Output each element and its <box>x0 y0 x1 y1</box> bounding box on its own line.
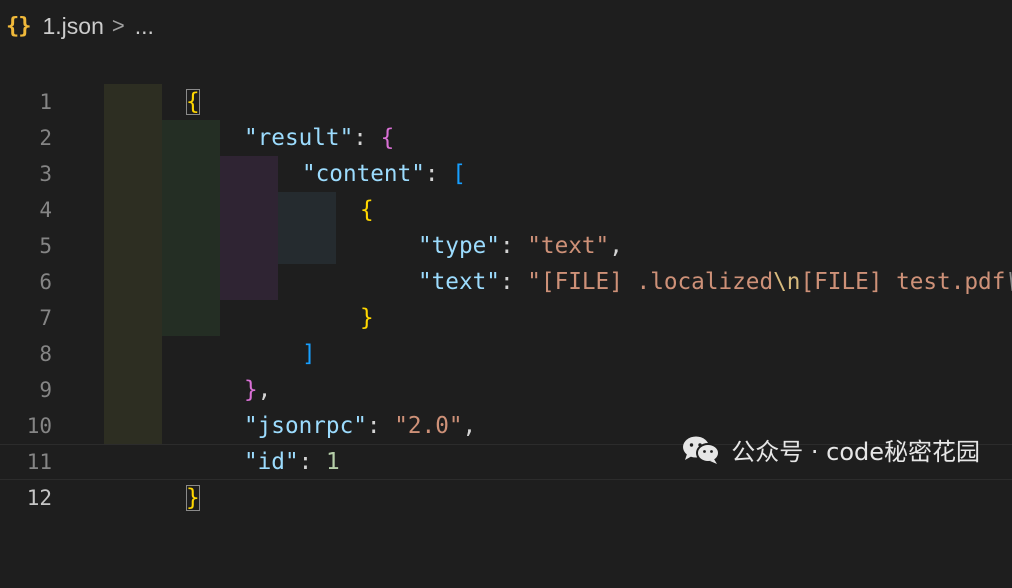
code-editor[interactable]: 1 { 2 "result": { 3 "content": [ 4 { 5 "… <box>0 48 1012 511</box>
code-line[interactable]: 8 ] <box>0 300 1012 367</box>
code-line[interactable]: 9 }, <box>0 336 1012 403</box>
code-line[interactable]: 3 "content": [ <box>0 120 1012 187</box>
code-line[interactable]: 2 "result": { <box>0 84 1012 151</box>
breadcrumb-file-name[interactable]: 1.json <box>43 13 104 40</box>
json-file-icon: {} <box>6 13 31 39</box>
close-brace-matched: } <box>185 485 200 511</box>
code-line[interactable]: 6 "text": "[FILE] .localized\n[FILE] tes… <box>0 228 1012 295</box>
wechat-icon <box>681 435 721 465</box>
breadcrumb-more[interactable]: ... <box>135 13 154 40</box>
line-number-active: 12 <box>26 486 52 510</box>
watermark: 公众号 · code秘密花园 <box>681 432 980 467</box>
code-line[interactable]: 1 { <box>0 48 1012 115</box>
code-line[interactable]: 10 "jsonrpc": "2.0", <box>0 372 1012 439</box>
code-line[interactable]: 7 } <box>0 264 1012 331</box>
breadcrumb: {} 1.json > ... <box>0 0 1012 52</box>
chevron-right-icon: > <box>111 13 125 38</box>
code-line[interactable]: 4 { <box>0 156 1012 223</box>
watermark-text: 公众号 · code秘密花园 <box>731 438 980 466</box>
code-line[interactable]: 5 "type": "text", <box>0 192 1012 259</box>
